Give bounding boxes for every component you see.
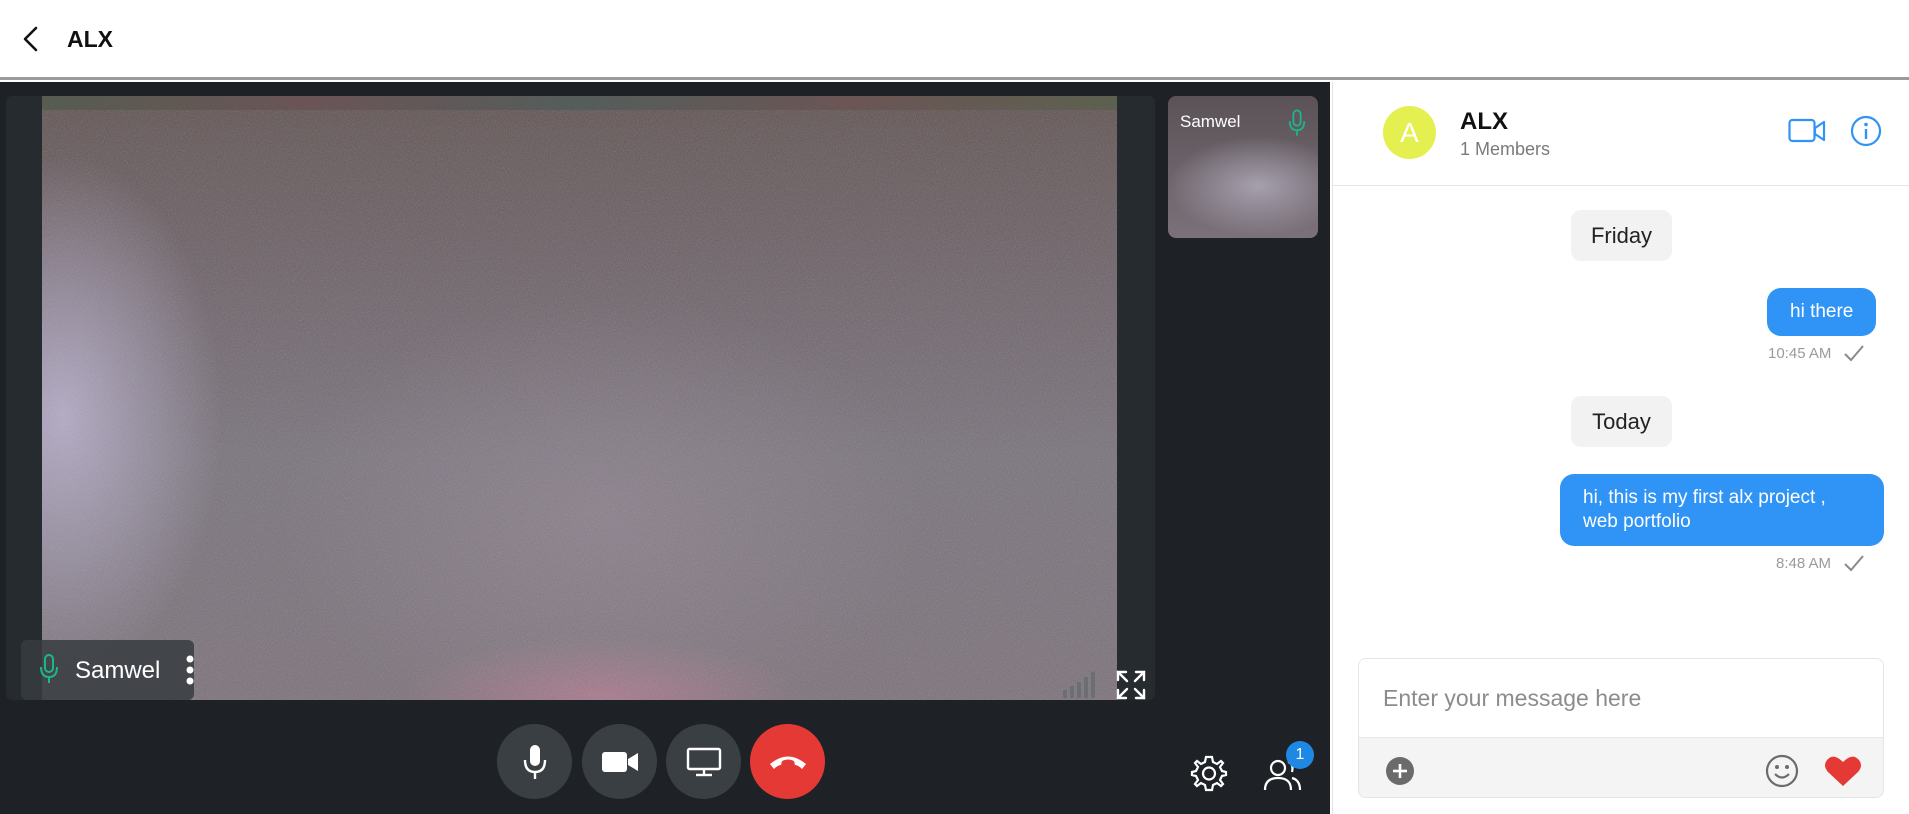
- video-camera-icon: [601, 751, 638, 772]
- camera-noise: [42, 96, 1117, 700]
- camera-toggle-button[interactable]: [582, 724, 657, 799]
- sent-check-icon: [1844, 555, 1864, 572]
- microphone-icon: [40, 654, 58, 683]
- message-time: 10:45 AM: [1768, 345, 1832, 362]
- signal-strength-icon: [1063, 672, 1095, 698]
- chat-header: A ALX 1 Members: [1333, 82, 1909, 186]
- message-input[interactable]: [1359, 659, 1883, 737]
- back-button[interactable]: [14, 22, 48, 56]
- group-avatar: A: [1383, 106, 1436, 159]
- participant-thumbnail[interactable]: Samwel: [1168, 96, 1318, 238]
- message-bubble[interactable]: hi, this is my first alx project , web p…: [1560, 474, 1884, 546]
- fullscreen-icon[interactable]: [1116, 670, 1146, 700]
- thumbnail-name: Samwel: [1180, 112, 1241, 131]
- date-divider: Today: [1571, 396, 1672, 447]
- message-time: 8:48 AM: [1776, 555, 1832, 572]
- feed-top-strip: [42, 96, 1117, 110]
- sent-check-icon: [1844, 345, 1864, 362]
- screen-share-button[interactable]: [666, 724, 741, 799]
- composer-toolbar: [1359, 737, 1883, 797]
- end-call-button[interactable]: [750, 724, 825, 799]
- screen-share-icon: [686, 747, 721, 776]
- participant-name-tag: Samwel: [21, 640, 194, 700]
- info-icon[interactable]: [1850, 115, 1882, 147]
- group-member-count: 1 Members: [1460, 139, 1551, 159]
- participant-name: Samwel: [75, 657, 161, 684]
- chevron-left-icon: [23, 26, 38, 52]
- group-name: ALX: [1460, 108, 1508, 135]
- video-call-area: Samwel Samwel 1: [0, 82, 1330, 814]
- more-options-icon[interactable]: [185, 652, 195, 688]
- settings-gear-icon[interactable]: [1190, 754, 1228, 792]
- message-composer: [1358, 658, 1884, 798]
- end-call-icon: [769, 756, 806, 769]
- participants-count-badge: 1: [1286, 741, 1314, 769]
- mic-toggle-button[interactable]: [497, 724, 572, 799]
- message-bubble[interactable]: hi there: [1767, 288, 1877, 336]
- page-title: ALX: [67, 26, 113, 52]
- heart-icon[interactable]: [1823, 754, 1863, 788]
- add-attachment-icon[interactable]: [1385, 756, 1415, 786]
- chat-panel: A ALX 1 Members Friday hi there 10:45 AM…: [1332, 82, 1909, 814]
- top-bar: ALX: [0, 0, 1909, 80]
- microphone-icon: [523, 744, 546, 779]
- date-divider: Friday: [1571, 210, 1672, 261]
- emoji-icon[interactable]: [1765, 754, 1799, 788]
- video-call-icon[interactable]: [1788, 117, 1826, 145]
- main-video-tile[interactable]: Samwel: [6, 96, 1155, 700]
- microphone-icon: [1288, 109, 1306, 136]
- camera-feed: [42, 96, 1117, 700]
